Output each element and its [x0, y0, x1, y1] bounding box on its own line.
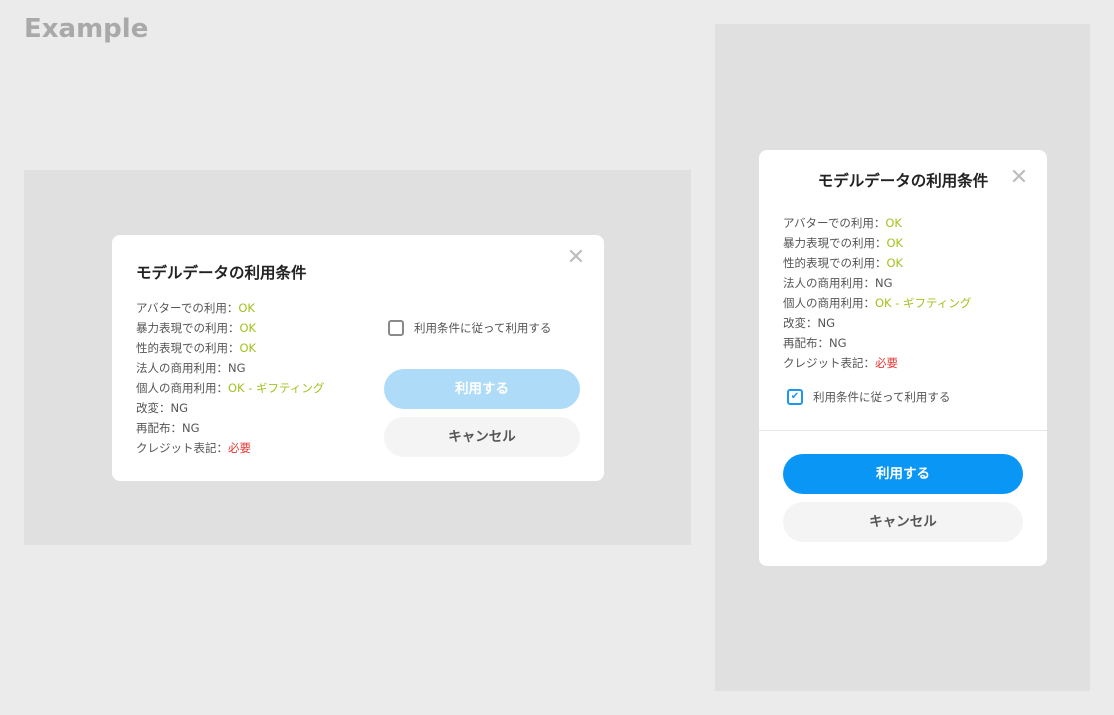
term-label: 改変： — [783, 316, 818, 330]
term-label: クレジット表記： — [136, 441, 228, 455]
term-value: OK — [886, 236, 904, 250]
term-label: 改変： — [136, 401, 171, 415]
term-value: NG — [170, 401, 189, 415]
term-label: 法人の商用利用： — [783, 276, 875, 290]
term-item: クレジット表記：必要 — [783, 353, 971, 373]
agree-checkbox-row[interactable]: ✔ 利用条件に従って利用する — [787, 389, 950, 405]
portrait-frame: ✕ モデルデータの利用条件 アバターでの利用：OK 暴力表現での利用：OK 性的… — [715, 24, 1090, 691]
term-value: OK — [238, 301, 255, 315]
term-item: アバターでの利用：OK — [136, 298, 324, 318]
cancel-button[interactable]: キャンセル — [384, 417, 580, 457]
term-label: クレジット表記： — [783, 356, 875, 370]
agree-label: 利用条件に従って利用する — [414, 321, 552, 335]
dialog-title: モデルデータの利用条件 — [817, 172, 989, 190]
term-value: 必要 — [228, 441, 251, 455]
term-label: 暴力表現での利用： — [783, 236, 887, 250]
landscape-frame: ✕ モデルデータの利用条件 アバターでの利用：OK 暴力表現での利用：OK 性的… — [24, 170, 691, 545]
term-item: 個人の商用利用：OK - ギフティング — [783, 293, 971, 313]
term-item: 暴力表現での利用：OK — [136, 318, 324, 338]
term-item: 改変：NG — [136, 398, 324, 418]
terms-dialog-portrait: ✕ モデルデータの利用条件 アバターでの利用：OK 暴力表現での利用：OK 性的… — [759, 150, 1047, 566]
dialog-title: モデルデータの利用条件 — [136, 264, 307, 282]
term-value: NG — [817, 316, 836, 330]
term-label: 暴力表現での利用： — [136, 321, 240, 335]
close-icon[interactable]: ✕ — [564, 246, 588, 270]
term-label: 法人の商用利用： — [136, 361, 228, 375]
term-value: 必要 — [875, 356, 898, 370]
term-label: 個人の商用利用： — [783, 296, 875, 310]
use-button-disabled[interactable]: 利用する — [384, 369, 580, 409]
term-item: 性的表現での利用：OK — [136, 338, 324, 358]
term-label: アバターでの利用： — [783, 216, 886, 230]
term-value: OK - ギフティング — [875, 296, 972, 310]
term-value: NG — [228, 361, 246, 375]
term-item: 性的表現での利用：OK — [783, 253, 971, 273]
agree-checkbox-row[interactable]: 利用条件に従って利用する — [388, 320, 551, 336]
term-value: OK - ギフティング — [228, 381, 325, 395]
term-item: 法人の商用利用：NG — [783, 273, 971, 293]
cancel-button[interactable]: キャンセル — [783, 502, 1023, 542]
term-item: 再配布：NG — [783, 333, 971, 353]
agree-label: 利用条件に従って利用する — [813, 390, 951, 404]
term-item: クレジット表記：必要 — [136, 438, 324, 458]
terms-dialog-landscape: ✕ モデルデータの利用条件 アバターでの利用：OK 暴力表現での利用：OK 性的… — [112, 235, 604, 481]
term-item: 個人の商用利用：OK - ギフティング — [136, 378, 324, 398]
term-value: NG — [182, 421, 200, 435]
term-item: 暴力表現での利用：OK — [783, 233, 971, 253]
term-item: 改変：NG — [783, 313, 971, 333]
term-item: 再配布：NG — [136, 418, 324, 438]
page-heading: Example — [24, 14, 149, 44]
term-label: 性的表現での利用： — [783, 256, 887, 270]
term-value: NG — [829, 336, 847, 350]
agree-checkbox[interactable] — [388, 320, 404, 336]
term-label: 再配布： — [783, 336, 829, 350]
terms-list: アバターでの利用：OK 暴力表現での利用：OK 性的表現での利用：OK 法人の商… — [136, 298, 324, 458]
agree-checkbox-checked[interactable]: ✔ — [787, 389, 803, 405]
term-item: アバターでの利用：OK — [783, 213, 971, 233]
term-value: NG — [875, 276, 893, 290]
use-button[interactable]: 利用する — [783, 454, 1023, 494]
terms-list: アバターでの利用：OK 暴力表現での利用：OK 性的表現での利用：OK 法人の商… — [783, 213, 971, 373]
term-item: 法人の商用利用：NG — [136, 358, 324, 378]
term-label: アバターでの利用： — [136, 301, 239, 315]
term-label: 再配布： — [136, 421, 182, 435]
divider — [759, 430, 1047, 431]
term-value: OK — [886, 256, 904, 270]
term-value: OK — [885, 216, 902, 230]
term-value: OK — [239, 341, 257, 355]
term-value: OK — [239, 321, 257, 335]
term-label: 個人の商用利用： — [136, 381, 228, 395]
term-label: 性的表現での利用： — [136, 341, 240, 355]
